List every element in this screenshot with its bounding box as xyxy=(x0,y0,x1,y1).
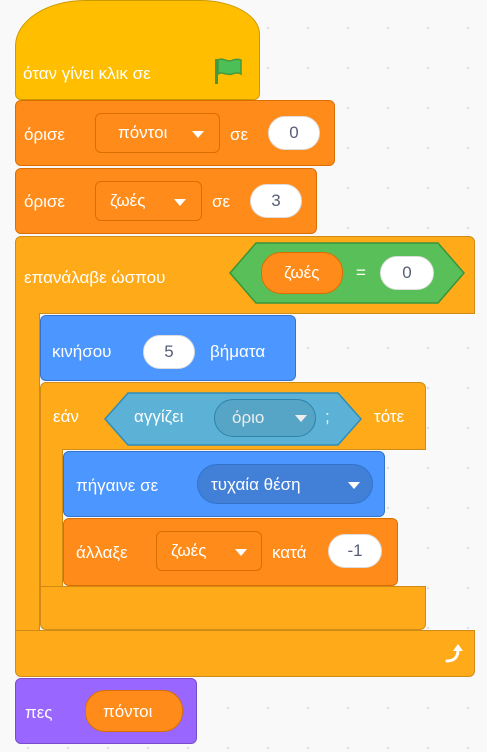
chevron-down-icon xyxy=(192,131,204,138)
change-variable-dropdown[interactable]: ζωές xyxy=(156,531,262,571)
set-score-label: όρισε xyxy=(24,125,65,144)
change-by-label: κατά xyxy=(272,543,307,562)
if-label: εάν xyxy=(53,407,79,426)
touching-label: αγγίζει xyxy=(134,407,184,426)
go-to-target-dropdown[interactable]: τυχαία θέση xyxy=(197,464,373,504)
set-lives-value-input[interactable]: 3 xyxy=(250,184,302,218)
repeat-until-label: επανάλαβε ώσπου xyxy=(24,268,166,287)
equals-symbol: = xyxy=(356,263,366,282)
set-lives-label: όρισε xyxy=(24,192,65,211)
set-score-variable-name: πόντοι xyxy=(118,123,168,142)
lives-reporter[interactable]: ζωές xyxy=(261,252,343,294)
score-reporter[interactable]: πόντοι xyxy=(85,690,183,732)
touching-suffix: ; xyxy=(325,407,330,426)
move-suffix-label: βήματα xyxy=(210,342,266,361)
go-to-label: πήγαινε σε xyxy=(76,476,159,495)
chevron-down-icon xyxy=(295,415,307,422)
if-then-arm xyxy=(40,449,63,587)
set-score-to-label: σε xyxy=(230,125,249,144)
say-label: πες xyxy=(25,703,53,722)
change-label: άλλαξε xyxy=(76,543,128,562)
touching-option-dropdown[interactable]: όριο xyxy=(214,399,316,437)
set-lives-variable-name: ζωές xyxy=(110,191,146,210)
green-flag-icon xyxy=(212,57,244,85)
change-value-input[interactable]: -1 xyxy=(328,534,382,568)
set-lives-to-label: σε xyxy=(212,192,231,211)
touching-option-label: όριο xyxy=(232,408,265,427)
repeat-until-arm xyxy=(15,313,40,631)
loop-arrow-icon xyxy=(441,642,465,666)
score-reporter-label: πόντοι xyxy=(103,702,153,721)
set-lives-variable-dropdown[interactable]: ζωές xyxy=(95,181,202,221)
move-steps-input[interactable]: 5 xyxy=(143,335,195,369)
chevron-down-icon xyxy=(348,482,360,489)
chevron-down-icon xyxy=(174,199,186,206)
if-then-footer xyxy=(40,586,426,630)
when-flag-clicked-label: όταν γίνει κλικ σε xyxy=(23,64,151,83)
move-label: κινήσου xyxy=(52,342,112,361)
lives-reporter-label: ζωές xyxy=(284,263,320,282)
equals-right-input[interactable]: 0 xyxy=(380,256,434,290)
chevron-down-icon xyxy=(235,549,247,556)
change-variable-name: ζωές xyxy=(171,541,207,560)
set-score-value-input[interactable]: 0 xyxy=(268,116,320,150)
repeat-until-footer xyxy=(15,630,475,677)
then-label: τότε xyxy=(374,407,405,426)
go-to-target-label: τυχαία θέση xyxy=(211,475,301,494)
set-score-variable-dropdown[interactable]: πόντοι xyxy=(95,113,220,153)
